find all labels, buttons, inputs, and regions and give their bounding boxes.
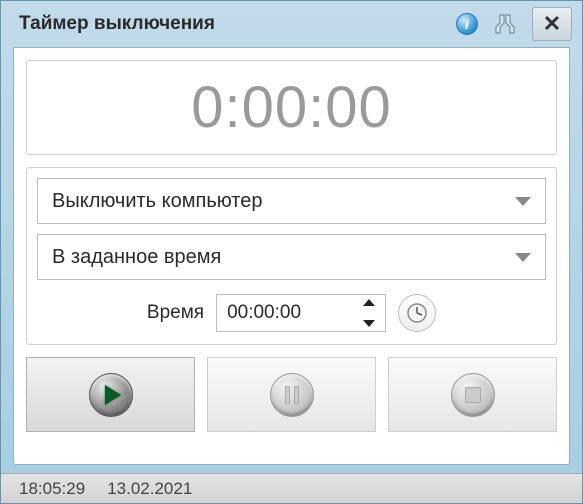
stop-icon xyxy=(451,373,495,417)
status-bar: 18:05:29 13.02.2021 xyxy=(1,473,582,503)
control-buttons xyxy=(26,357,557,432)
time-row: Время 00:00:00 xyxy=(37,290,546,334)
time-input[interactable]: 00:00:00 xyxy=(216,294,386,332)
countdown-display: 0:00:00 xyxy=(191,74,392,141)
action-select-value: Выключить компьютер xyxy=(52,190,263,213)
client-area: 0:00:00 Выключить компьютер В заданное в… xyxy=(13,47,570,465)
pause-icon xyxy=(270,373,314,417)
spinner-down[interactable] xyxy=(363,320,375,327)
pause-button[interactable] xyxy=(207,357,376,432)
spinner-controls xyxy=(359,299,379,327)
chevron-down-icon xyxy=(515,253,531,262)
chevron-down-icon xyxy=(515,197,531,206)
close-icon: ✕ xyxy=(543,11,561,37)
info-icon: i xyxy=(456,13,478,35)
spinner-up[interactable] xyxy=(363,299,375,306)
clock-icon xyxy=(405,301,429,325)
title-bar: Таймер выключения i ✕ xyxy=(1,1,582,47)
info-button[interactable]: i xyxy=(450,7,484,41)
play-icon xyxy=(89,373,133,417)
play-button[interactable] xyxy=(26,357,195,432)
close-button[interactable]: ✕ xyxy=(532,7,572,41)
config-panel: Выключить компьютер В заданное время Вре… xyxy=(26,167,557,345)
status-date: 13.02.2021 xyxy=(107,479,192,499)
time-input-value: 00:00:00 xyxy=(227,302,301,324)
status-time: 18:05:29 xyxy=(19,479,85,499)
wrench-icon xyxy=(493,12,517,36)
window-title: Таймер выключения xyxy=(19,13,446,35)
mode-select-value: В заданное время xyxy=(52,246,221,269)
settings-button[interactable] xyxy=(488,7,522,41)
action-select[interactable]: Выключить компьютер xyxy=(37,178,546,224)
countdown-panel: 0:00:00 xyxy=(26,60,557,155)
stop-button[interactable] xyxy=(388,357,557,432)
now-button[interactable] xyxy=(398,294,436,332)
mode-select[interactable]: В заданное время xyxy=(37,234,546,280)
time-label: Время xyxy=(147,302,204,324)
